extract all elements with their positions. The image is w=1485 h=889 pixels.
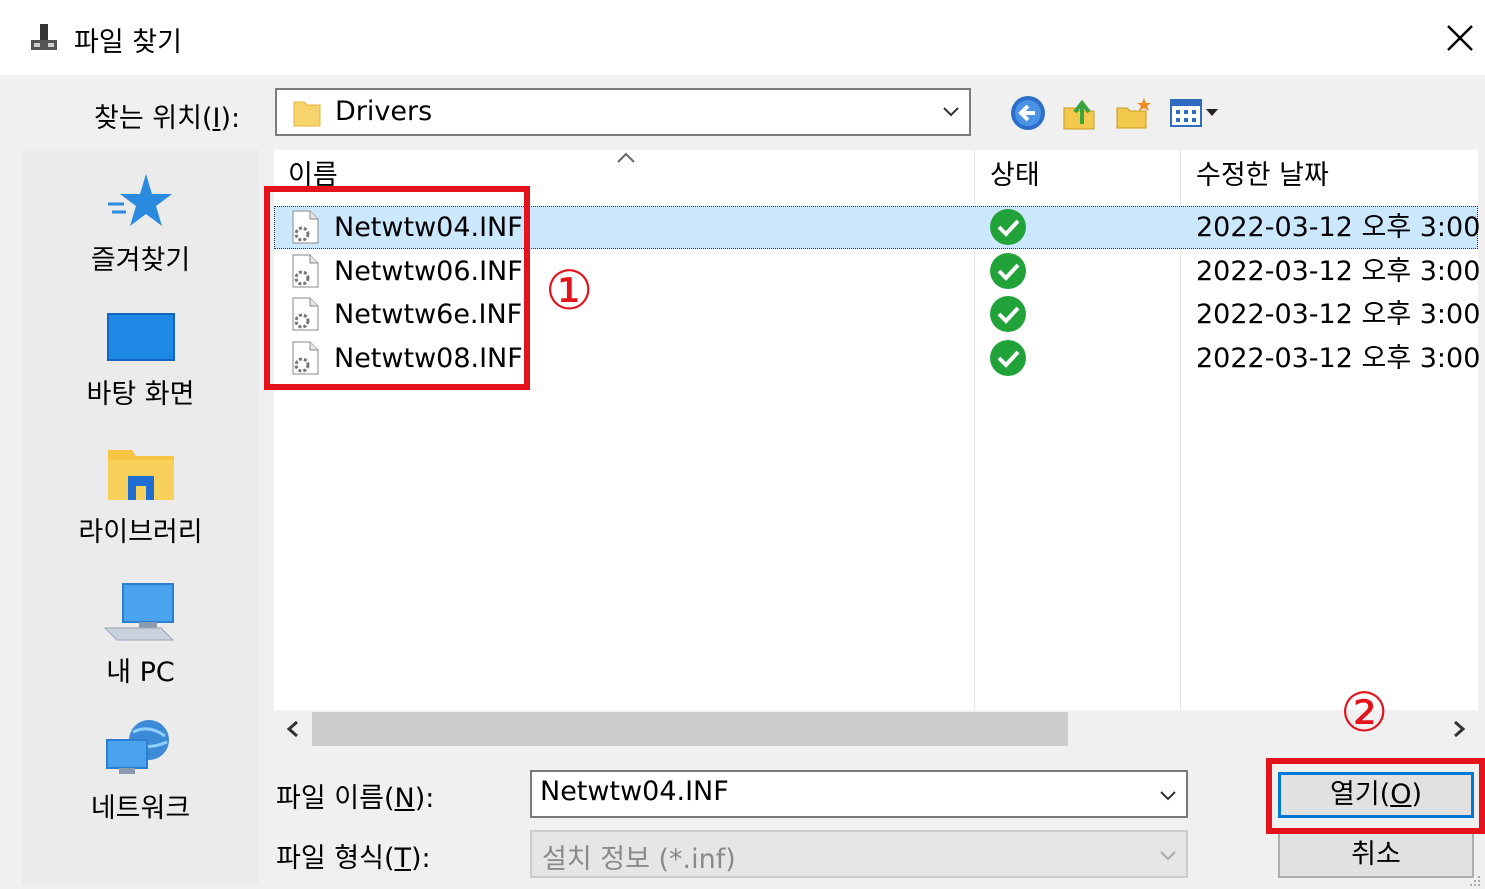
look-in-label: 찾는 위치(I): xyxy=(94,103,241,134)
scroll-left-button[interactable] xyxy=(274,710,312,750)
highlight-box-files xyxy=(264,186,530,390)
file-type-label: 파일 형식(T): xyxy=(276,843,431,874)
file-date: 2022-03-12 오후 3:00 xyxy=(1196,212,1481,243)
place-network[interactable]: 네트워크 xyxy=(22,718,259,825)
place-label: 네트워크 xyxy=(90,793,191,824)
place-label: 라이브러리 xyxy=(78,517,203,548)
file-date: 2022-03-12 오후 3:00 xyxy=(1196,256,1481,287)
status-ok-icon xyxy=(990,253,1026,289)
file-type-select[interactable]: 설치 정보 (*.inf) xyxy=(530,830,1188,878)
column-header-date[interactable]: 수정한 날짜 xyxy=(1196,154,1329,198)
places-bar: 즐겨찾기 바탕 화면 라이브러리 내 PC 네트워크 xyxy=(22,150,259,885)
chevron-left-icon xyxy=(286,720,298,738)
title-bar: 파일 찾기 xyxy=(0,0,1485,75)
dialog-title: 파일 찾기 xyxy=(74,27,182,58)
favorites-star-icon xyxy=(107,174,172,226)
place-label: 즐겨찾기 xyxy=(90,245,191,276)
place-favorites[interactable]: 즐겨찾기 xyxy=(22,172,259,277)
place-desktop[interactable]: 바탕 화면 xyxy=(22,310,259,411)
callout-2: ② xyxy=(1340,681,1389,744)
folder-icon xyxy=(293,101,321,127)
file-name-label: 파일 이름(N): xyxy=(276,783,435,814)
file-date: 2022-03-12 오후 3:00 xyxy=(1196,299,1481,330)
status-ok-icon xyxy=(990,340,1026,376)
status-ok-icon xyxy=(990,209,1026,245)
chevron-right-icon xyxy=(1454,720,1466,738)
place-this-pc[interactable]: 내 PC xyxy=(22,582,259,689)
file-type-value: 설치 정보 (*.inf) xyxy=(542,844,736,875)
network-icon xyxy=(105,720,169,774)
file-date: 2022-03-12 오후 3:00 xyxy=(1196,343,1481,374)
file-name-value: Netwtw04.INF xyxy=(540,776,729,807)
look-in-combo[interactable]: Drivers xyxy=(275,88,971,136)
status-ok-icon xyxy=(990,296,1026,332)
place-label: 바탕 화면 xyxy=(86,379,195,410)
chevron-down-icon xyxy=(1160,851,1176,861)
place-libraries[interactable]: 라이브러리 xyxy=(22,446,259,549)
highlight-box-open xyxy=(1266,758,1485,834)
column-header-status[interactable]: 상태 xyxy=(990,154,1040,198)
up-folder-icon[interactable] xyxy=(1060,94,1100,132)
computer-icon xyxy=(103,583,174,641)
place-label: 내 PC xyxy=(106,657,175,688)
new-folder-icon[interactable] xyxy=(1114,94,1154,132)
resize-grip-icon[interactable] xyxy=(1468,874,1482,888)
sort-ascending-icon xyxy=(617,152,635,163)
chevron-down-icon[interactable] xyxy=(1160,790,1176,802)
scroll-right-button[interactable] xyxy=(1440,710,1478,750)
view-menu-icon[interactable] xyxy=(1168,94,1228,132)
callout-1: ① xyxy=(545,259,594,322)
cancel-button[interactable]: 취소 xyxy=(1278,832,1474,878)
scroll-thumb[interactable] xyxy=(312,712,1068,746)
chevron-down-icon xyxy=(943,107,959,117)
close-icon xyxy=(1447,25,1473,51)
look-in-value: Drivers xyxy=(335,96,433,127)
close-button[interactable] xyxy=(1436,14,1484,62)
file-name-input[interactable]: Netwtw04.INF xyxy=(530,770,1188,818)
back-icon[interactable] xyxy=(1008,94,1048,132)
horizontal-scrollbar[interactable] xyxy=(274,710,1478,750)
driver-icon xyxy=(31,24,57,50)
file-open-dialog: 파일 찾기 찾는 위치(I): Drivers 즐겨찾기 바탕 화면 라이브러리… xyxy=(0,0,1485,889)
library-icon xyxy=(107,450,174,500)
desktop-icon xyxy=(106,313,175,361)
